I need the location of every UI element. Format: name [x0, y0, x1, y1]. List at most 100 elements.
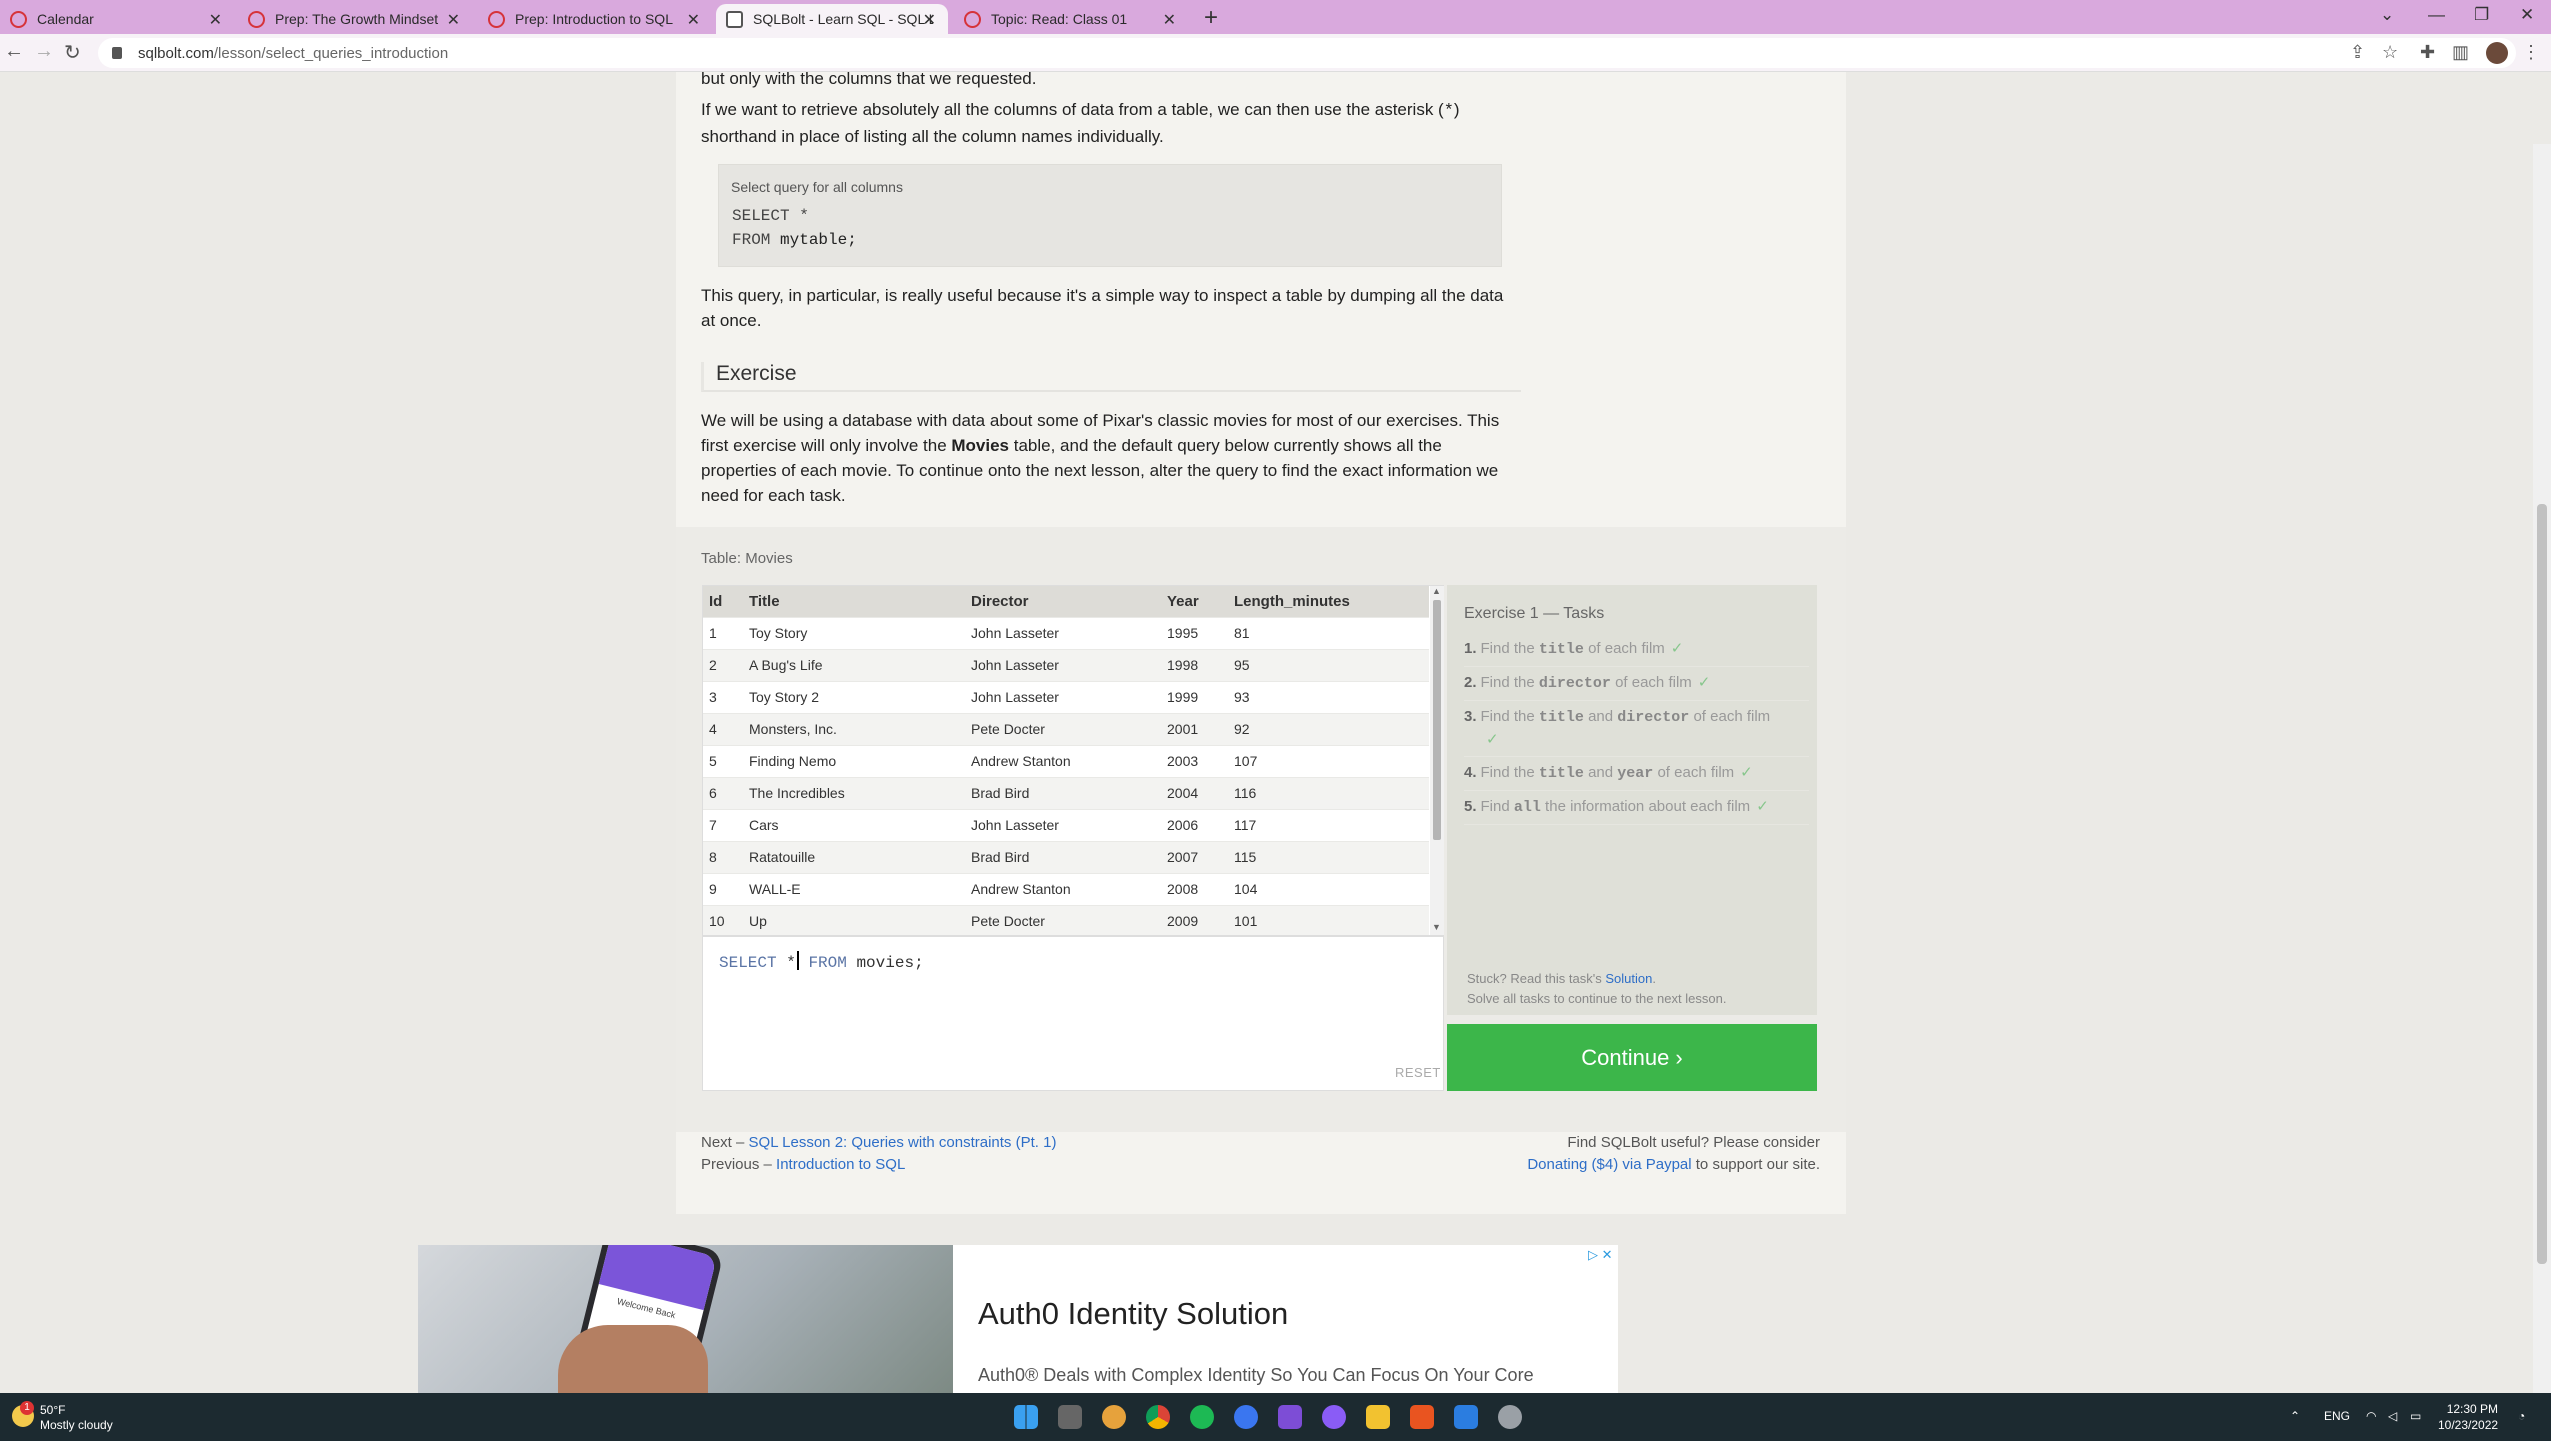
menu-icon[interactable]: ⋮: [2522, 42, 2540, 63]
calendar-icon: [10, 10, 27, 28]
language-indicator[interactable]: ENG: [2324, 1409, 2350, 1423]
slack-icon[interactable]: [1102, 1405, 1126, 1429]
table-cell: Pete Docter: [965, 904, 1161, 935]
chevron-up-icon[interactable]: ⌃: [2290, 1409, 2300, 1423]
query-text[interactable]: SELECT * FROM movies;: [719, 951, 924, 972]
scroll-down-icon[interactable]: ▼: [1432, 922, 1441, 932]
table-row: 4 Monsters, Inc. Pete Docter 2001 92: [703, 712, 1429, 745]
tab-class-01[interactable]: Topic: Read: Class 01 ✕: [954, 4, 1188, 34]
tab-growth-mindset[interactable]: Prep: The Growth Mindset ✕: [238, 4, 472, 34]
scrollbar-thumb[interactable]: [2537, 504, 2547, 1264]
github-icon[interactable]: [1322, 1405, 1346, 1429]
close-icon[interactable]: ✕: [1163, 10, 1176, 30]
tab-calendar[interactable]: Calendar ✕: [0, 4, 234, 34]
task-view-icon[interactable]: [1058, 1405, 1082, 1429]
reload-icon[interactable]: ↻: [64, 40, 81, 65]
forward-icon[interactable]: →: [34, 40, 54, 63]
table-cell: 2001: [1161, 712, 1228, 745]
minimize-icon[interactable]: —: [2428, 5, 2445, 25]
signal-icon[interactable]: [1234, 1405, 1258, 1429]
solution-link[interactable]: Solution: [1605, 971, 1652, 986]
table-row: 9 WALL-E Andrew Stanton 2008 104: [703, 872, 1429, 905]
ad-headline[interactable]: Auth0 Identity Solution: [978, 1296, 1288, 1332]
tab-search-icon[interactable]: ⌄: [2380, 5, 2394, 25]
table-cell: 95: [1228, 648, 1429, 681]
system-clock[interactable]: 12:30 PM 10/23/2022: [2438, 1401, 2498, 1433]
weather-widget[interactable]: 50°F Mostly cloudy: [40, 1403, 113, 1433]
lock-icon: [112, 47, 122, 59]
table-cell: Toy Story 2: [743, 680, 965, 713]
chrome-icon[interactable]: [1146, 1405, 1170, 1429]
check-icon: ✓: [1756, 798, 1769, 815]
table-cell: 92: [1228, 712, 1429, 745]
close-icon[interactable]: ✕: [687, 10, 700, 30]
table-cell: 9: [703, 872, 743, 905]
table-cell: Toy Story: [743, 616, 965, 649]
url-path: /lesson/select_queries_introduction: [213, 44, 449, 62]
donate-link[interactable]: Donating ($4) via Paypal: [1527, 1156, 1691, 1173]
sql-query-editor[interactable]: SELECT * FROM movies; RESET: [702, 936, 1444, 1091]
share-icon[interactable]: ⇪: [2350, 42, 2365, 63]
page-scrollbar[interactable]: [2533, 144, 2551, 1393]
battery-icon[interactable]: ▭: [2410, 1409, 2421, 1423]
tab-sqlbolt[interactable]: SQLBolt - Learn SQL - SQL Lesso ✕: [716, 4, 948, 34]
previous-lesson-link[interactable]: Introduction to SQL: [776, 1156, 905, 1173]
table-cell: John Lasseter: [965, 808, 1161, 841]
donate-note: Find SQLBolt useful? Please consider Don…: [1527, 1134, 1820, 1173]
new-tab-icon[interactable]: +: [1204, 4, 1218, 32]
close-icon[interactable]: ✕: [447, 10, 460, 30]
table-cell: 117: [1228, 808, 1429, 841]
notifications-icon[interactable]: ◔: [2518, 1409, 2525, 1423]
tab-intro-sql[interactable]: Prep: Introduction to SQL ✕: [478, 4, 712, 34]
results-table-scroll[interactable]: Id Title Director Year Length_minutes 1T…: [702, 585, 1444, 936]
table-header-row: Id Title Director Year Length_minutes: [703, 586, 1429, 617]
bookmark-star-icon[interactable]: ☆: [2382, 42, 2398, 63]
side-panel-icon[interactable]: ▥: [2452, 42, 2469, 63]
spotify-icon[interactable]: [1190, 1405, 1214, 1429]
table-cell: 101: [1228, 904, 1429, 935]
table-scrollbar[interactable]: ▲ ▼: [1430, 586, 1444, 935]
table-cell: 2008: [1161, 872, 1228, 905]
table-cell: Andrew Stanton: [965, 872, 1161, 905]
continue-button[interactable]: Continue ›: [1447, 1024, 1817, 1091]
avatar[interactable]: [2486, 42, 2508, 64]
start-icon[interactable]: [1014, 1405, 1038, 1429]
close-icon[interactable]: ✕: [923, 10, 936, 30]
volume-icon[interactable]: ◁: [2388, 1409, 2397, 1423]
scroll-up-icon[interactable]: ▲: [1432, 586, 1441, 596]
advertisement[interactable]: Welcome Back Auth0 Identity Solution Aut…: [418, 1245, 1618, 1393]
twitch-icon[interactable]: [1278, 1405, 1302, 1429]
tab-label: Prep: The Growth Mindset: [275, 11, 439, 27]
back-icon[interactable]: ←: [4, 40, 24, 63]
extensions-icon[interactable]: ✚: [2420, 42, 2435, 63]
task-item: 3. Find the title and director of each fi…: [1464, 701, 1809, 757]
close-icon[interactable]: ✕: [209, 10, 222, 30]
table-cell: John Lasseter: [965, 616, 1161, 649]
wifi-icon[interactable]: ◠: [2366, 1409, 2376, 1423]
scrollbar-thumb[interactable]: [1433, 600, 1441, 840]
restore-icon[interactable]: ❐: [2474, 5, 2489, 25]
canvas-icon: [488, 10, 505, 28]
table-cell: 7: [703, 808, 743, 841]
window-close-icon[interactable]: ✕: [2520, 5, 2534, 25]
adchoices-icon[interactable]: ▷ ✕: [1588, 1247, 1613, 1263]
photos-icon[interactable]: [1454, 1405, 1478, 1429]
settings-icon[interactable]: [1498, 1405, 1522, 1429]
check-icon: ✓: [1697, 674, 1711, 691]
table-cell: WALL-E: [743, 872, 965, 905]
task-list: 1. Find the title of each film ✓ 2. Find th…: [1464, 633, 1809, 825]
reset-button[interactable]: RESET: [1395, 1065, 1441, 1080]
table-cell: A Bug's Life: [743, 648, 965, 681]
ubuntu-icon[interactable]: [1410, 1405, 1434, 1429]
address-bar[interactable]: sqlbolt.com/lesson/select_queries_introd…: [98, 38, 2516, 68]
table-cell: Monsters, Inc.: [743, 712, 965, 745]
code-line: FROM mytable;: [732, 231, 857, 249]
column-header: Year: [1161, 586, 1228, 617]
table-cell: 1998: [1161, 648, 1228, 681]
next-lesson-link[interactable]: SQL Lesson 2: Queries with constraints (…: [749, 1134, 1057, 1151]
file-explorer-icon[interactable]: [1366, 1405, 1390, 1429]
task-item: 2. Find the director of each film ✓: [1464, 667, 1809, 701]
table-cell: Brad Bird: [965, 776, 1161, 809]
table-cell: 2004: [1161, 776, 1228, 809]
table-cell: 2006: [1161, 808, 1228, 841]
